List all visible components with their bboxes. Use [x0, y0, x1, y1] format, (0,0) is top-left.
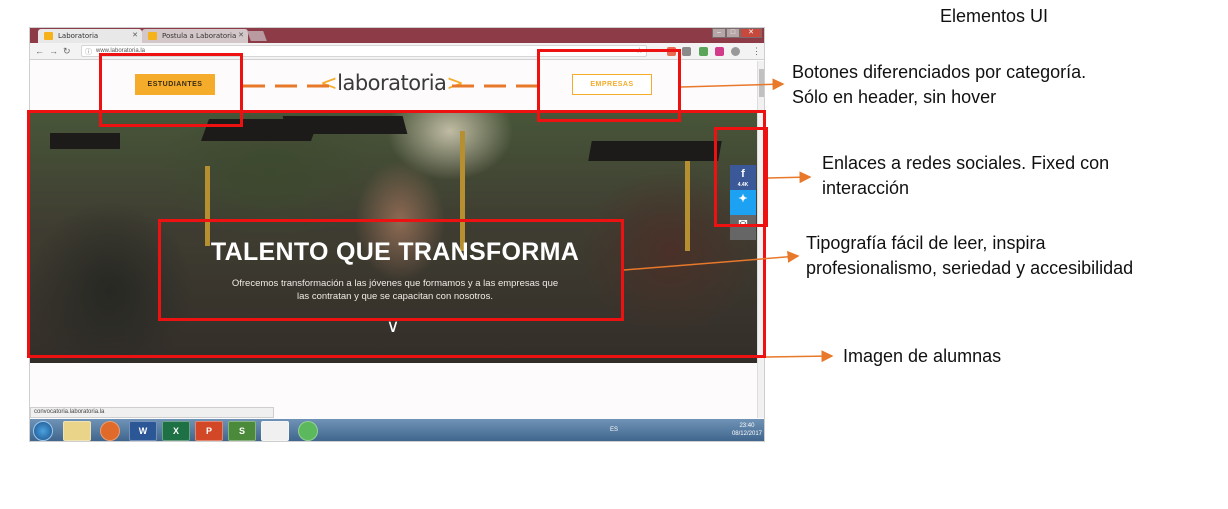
- note-social: Enlaces a redes sociales. Fixed con inte…: [822, 151, 1109, 201]
- arrow-social: [767, 171, 812, 184]
- note-typography: Tipografía fácil de leer, inspira profes…: [806, 231, 1133, 281]
- note-line: Enlaces a redes sociales. Fixed con: [822, 153, 1110, 173]
- arrow-typography: [623, 250, 800, 271]
- note-line: Tipografía fácil de leer, inspira: [806, 233, 1046, 253]
- note-line: interacción: [822, 178, 910, 198]
- note-line: profesionalismo, seriedad y accesibilida…: [806, 258, 1134, 278]
- note-line: Sólo en header, sin hover: [792, 87, 997, 107]
- arrow-header-buttons: [680, 78, 785, 91]
- annotated-screenshot: Elementos UI Laboratoria ✕ Postula a Lab…: [0, 0, 1228, 509]
- note-header-buttons: Botones diferenciados por categoría. Sól…: [792, 60, 1086, 110]
- arrow-image: [765, 350, 834, 363]
- note-line: Botones diferenciados por categoría.: [792, 62, 1087, 82]
- note-image: Imagen de alumnas: [843, 346, 1002, 366]
